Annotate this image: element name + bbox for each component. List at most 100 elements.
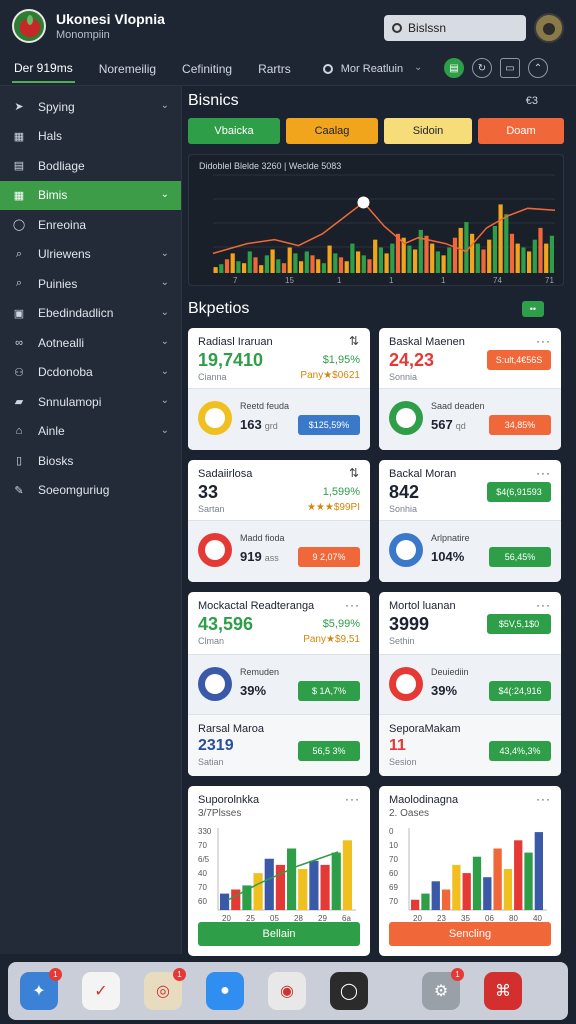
settings-icon[interactable]: ⚙ 1	[422, 968, 464, 1010]
top-search-text: Bislssn	[408, 21, 447, 35]
chart-bar	[213, 267, 218, 273]
footer-button[interactable]: $125,59%	[298, 415, 360, 435]
top-search-input[interactable]: Bislssn	[384, 15, 526, 41]
sidebar-item-8[interactable]: ∞ Aotnealli ⌄	[0, 328, 181, 358]
extra-button[interactable]: 56,5 3%	[298, 741, 360, 761]
more-icon[interactable]: ···	[345, 598, 360, 612]
footer-button[interactable]: $4(:24,916	[489, 681, 551, 701]
chart-bar	[247, 251, 252, 273]
chevron-down-icon[interactable]: ⌄	[161, 189, 169, 200]
chevron-down-icon[interactable]: ⌄	[161, 277, 169, 288]
card-footer: Reetd feuda 163 grd $125,59%	[188, 388, 370, 450]
sidebar-item-7[interactable]: ▣ Ebedindadlicn ⌄	[0, 299, 181, 329]
chevron-down-icon[interactable]: ⌄	[161, 248, 169, 259]
footer-button[interactable]: 34,85%	[489, 415, 551, 435]
more-icon[interactable]: ···	[536, 598, 551, 612]
acrobat-icon[interactable]: ⌘	[484, 972, 522, 1010]
sidebar-item-13[interactable]: ✎ Soeomguriug	[0, 476, 181, 506]
tab-2[interactable]: Cefiniting	[180, 56, 234, 82]
progress-ring-icon	[198, 667, 232, 701]
chevron-down-icon[interactable]: ⌄	[161, 100, 169, 111]
sidebar-item-5[interactable]: ⌕ Ulriewens ⌄	[0, 240, 181, 270]
chart-legend: Didoblel Blelde 3260 | Weclde 5083	[199, 161, 342, 171]
tab-search[interactable]: Mor Reatluin	[322, 62, 404, 75]
sidebar-item-12[interactable]: ▯ Biosks	[0, 446, 181, 476]
card-percent: 1,599%	[322, 486, 360, 498]
chart-bar	[514, 840, 523, 910]
mail-icon[interactable]: ●	[206, 972, 244, 1010]
footer-value-text: 39%	[240, 683, 267, 698]
chart-bar	[253, 257, 258, 273]
pill-3[interactable]: Doam	[478, 118, 564, 144]
chevron-down-icon[interactable]: ⌄	[161, 307, 169, 318]
sidebar-item-6[interactable]: ⌕ Puinies ⌄	[0, 269, 181, 299]
sidebar-item-10[interactable]: ▰ Snnulamopi ⌄	[0, 387, 181, 417]
chevron-down-icon[interactable]: ⌄	[161, 425, 169, 436]
camera-icon[interactable]: ◯	[330, 972, 368, 1010]
y-tick-label: 60	[198, 897, 207, 906]
more-icon[interactable]: ···	[536, 466, 551, 480]
sidebar-item-11[interactable]: ⌂ Ainle ⌄	[0, 417, 181, 447]
tab-1[interactable]: Noremeilig	[97, 56, 158, 82]
chart-bar	[344, 261, 349, 273]
sidebar-item-2[interactable]: ▤ Bodliage	[0, 151, 181, 181]
sidebar-item-3[interactable]: ▦ Bimis ⌄	[0, 180, 181, 210]
refresh-icon[interactable]: ↻	[472, 58, 492, 78]
card-subtitle: Clman	[198, 636, 225, 646]
chart-bar	[534, 832, 543, 910]
card-title: Mockactal Readteranga	[198, 600, 315, 612]
footer-button[interactable]: $ 1A,7%	[298, 681, 360, 701]
sidebar-item-label: Soeomguriug	[38, 483, 110, 498]
tab-search-text: Mor Reatluin	[340, 62, 404, 75]
extra-button[interactable]: 43,4%,3%	[489, 741, 551, 761]
chevron-down-icon[interactable]: ⌄	[161, 395, 169, 406]
card-action-button[interactable]: Sencling	[389, 922, 551, 946]
card-value: 842	[389, 482, 420, 502]
footer-button[interactable]: 9 2,07%	[298, 547, 360, 567]
chevron-down-icon[interactable]: ⌄	[414, 62, 422, 73]
window-icon[interactable]: ▭	[500, 58, 520, 78]
more-icon[interactable]: ···	[536, 334, 551, 348]
more-icon[interactable]: ···	[345, 792, 360, 806]
card-value-button[interactable]: S:ult,4€56S	[487, 350, 551, 370]
chrome-icon[interactable]: ◉	[268, 972, 306, 1010]
chart-bar	[390, 243, 395, 273]
card-subtitle: Cianna	[198, 372, 227, 382]
sidebar-item-1[interactable]: ▦ Hals	[0, 122, 181, 152]
card-action-button[interactable]: Bellain	[198, 922, 360, 946]
calendar-icon[interactable]: ✓	[82, 972, 120, 1010]
more-icon[interactable]: ⇅	[349, 466, 360, 480]
photos-icon[interactable]: ◎ 1	[144, 968, 186, 1010]
sidebar: ➤ Spying ⌄ ▦ Hals ▤ Bodliage ▦ Bimis ⌄ ◯ Enreoina ⌕ U…	[0, 86, 182, 954]
pill-0[interactable]: Vbaicka	[188, 118, 280, 144]
chart-bar	[464, 222, 469, 273]
more-icon[interactable]: ⇅	[349, 334, 360, 348]
chart-bar	[356, 251, 361, 273]
grid-toggle-button[interactable]: ••	[521, 301, 544, 317]
footer-value-text: 39%	[431, 683, 458, 698]
chart-bar	[281, 263, 287, 273]
y-tick-label: 70	[198, 883, 207, 892]
pill-1[interactable]: Caalag	[286, 118, 378, 144]
sidebar-item-0[interactable]: ➤ Spying ⌄	[0, 92, 181, 122]
x-tick-label: 1	[441, 276, 446, 285]
chart-bar	[242, 263, 247, 273]
sidebar-item-4[interactable]: ◯ Enreoina	[0, 210, 181, 240]
footer-label: Remuden	[240, 667, 280, 677]
sidebar-item-label: Bodliage	[38, 158, 85, 173]
chevron-down-icon[interactable]: ⌄	[161, 366, 169, 377]
ring-center	[205, 674, 225, 694]
tab-0[interactable]: Der 919ms	[12, 55, 75, 83]
card-value-button[interactable]: $5V,5,1$0	[487, 614, 551, 634]
upload-icon[interactable]: ⌃	[528, 58, 548, 78]
card-value-button[interactable]: $4(6,91593	[487, 482, 551, 502]
footer-button[interactable]: 56,45%	[489, 547, 551, 567]
avatar[interactable]	[534, 13, 564, 43]
pill-2[interactable]: Sidoin	[384, 118, 472, 144]
sidebar-item-9[interactable]: ⚇ Dcdonoba ⌄	[0, 358, 181, 388]
grid-icon[interactable]: ▤	[444, 58, 464, 78]
tab-3[interactable]: Rartrs	[256, 56, 293, 82]
more-icon[interactable]: ···	[536, 792, 551, 806]
safari-icon[interactable]: ✦ 1	[20, 968, 62, 1010]
chevron-down-icon[interactable]: ⌄	[161, 336, 169, 347]
